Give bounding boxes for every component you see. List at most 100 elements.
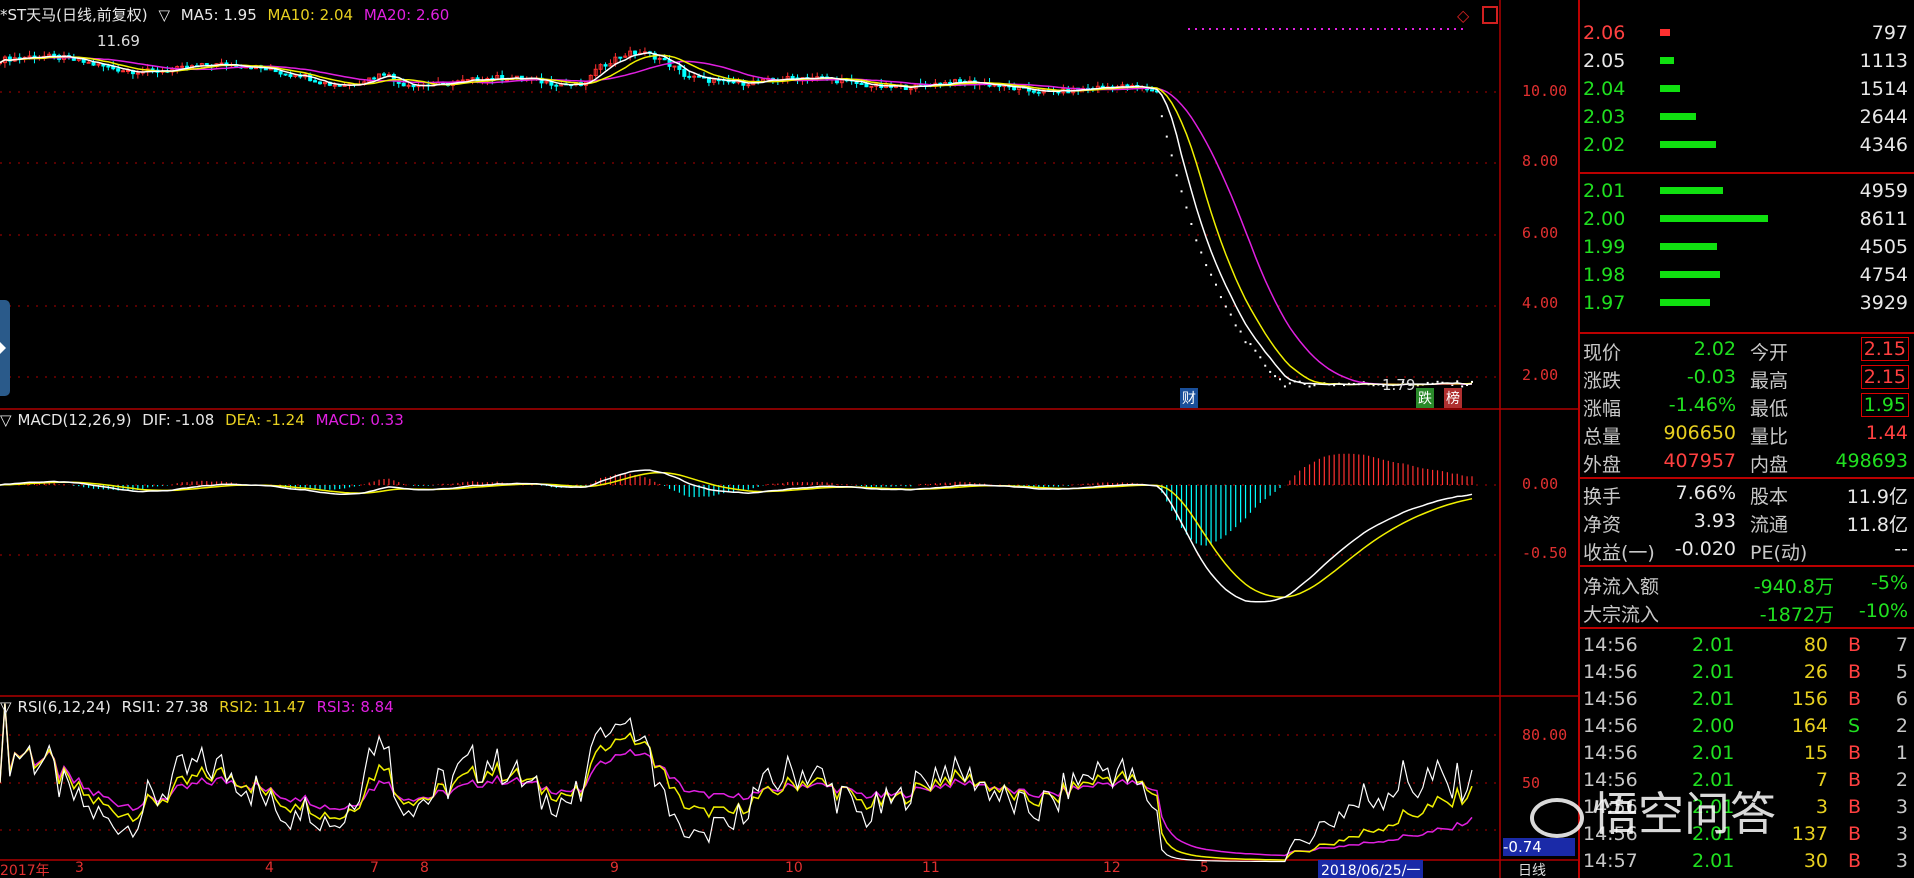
- signal-dot: [1412, 28, 1414, 30]
- tick-row[interactable]: 14:56 2.01 15 B 1: [1580, 740, 1914, 766]
- tick-row[interactable]: 14:56 2.01 156 B 6: [1580, 686, 1914, 712]
- quote-key: 总量: [1583, 426, 1622, 448]
- candle-body: [126, 69, 130, 72]
- bid-row[interactable]: 1.99 4505: [1580, 234, 1914, 262]
- chart-area[interactable]: *ST天马(日线,前复权) ▽ MA5: 1.95 MA10: 2.04 MA2…: [0, 0, 1578, 878]
- candle-body: [746, 84, 751, 87]
- candle-body: [52, 53, 57, 56]
- tick-count: 5: [1895, 661, 1908, 683]
- fundamental-value: 7.66%: [1675, 482, 1736, 504]
- tick-row[interactable]: 14:56 2.01 80 B 7: [1580, 632, 1914, 658]
- candle-body: [106, 65, 111, 68]
- x-axis-month: 10: [785, 860, 803, 876]
- signal-dot: [1342, 28, 1344, 30]
- signal-dot: [1202, 28, 1204, 30]
- ask-price: 2.02: [1583, 134, 1626, 156]
- candle-body: [864, 83, 869, 88]
- limit-down-dot: [1283, 385, 1286, 388]
- tick-count: 3: [1895, 796, 1908, 818]
- signal-dot: [1216, 28, 1218, 30]
- tick-row[interactable]: 14:56 2.01 26 B 5: [1580, 659, 1914, 685]
- tick-price: 2.01: [1692, 634, 1735, 656]
- bid-volume: 4505: [1859, 236, 1908, 258]
- diamond-icon[interactable]: ◇: [1457, 6, 1469, 25]
- tick-count: 2: [1895, 769, 1908, 791]
- bid-volume-bar: [1660, 271, 1720, 278]
- candle-body: [603, 64, 608, 67]
- limit-down-dot: [1160, 115, 1163, 118]
- limit-down-tag[interactable]: 跌: [1416, 388, 1434, 408]
- tick-side: B: [1848, 688, 1862, 710]
- limit-down-dot: [1254, 349, 1257, 352]
- x-axis-year: 2017年: [0, 863, 50, 878]
- ask-volume: 1113: [1859, 50, 1908, 72]
- bid-price: 1.99: [1583, 236, 1626, 258]
- macd-axis-label: -0.50: [1522, 544, 1568, 562]
- tick-side: B: [1848, 823, 1862, 845]
- tick-side: B: [1848, 661, 1862, 683]
- rank-tag[interactable]: 榜: [1444, 388, 1462, 408]
- ask-row[interactable]: 2.05 1113: [1580, 48, 1914, 76]
- bid-row[interactable]: 2.00 8611: [1580, 206, 1914, 234]
- quote-key: 最低: [1750, 398, 1789, 420]
- tick-count: 7: [1895, 634, 1908, 656]
- candle-body: [859, 82, 864, 85]
- candle-body: [180, 65, 185, 68]
- fundamental-value: 11.8亿: [1846, 514, 1908, 536]
- limit-down-dot: [1170, 154, 1173, 157]
- collapse-triangle-icon[interactable]: ▽: [0, 698, 12, 716]
- ask-row[interactable]: 2.02 4346: [1580, 132, 1914, 160]
- period-label[interactable]: 日线: [1518, 860, 1546, 878]
- signal-dot: [1433, 28, 1435, 30]
- ask-row[interactable]: 2.03 2644: [1580, 104, 1914, 132]
- fundamental-key: PE(动): [1750, 542, 1808, 564]
- signal-dot: [1461, 28, 1463, 30]
- quote-key: 今开: [1750, 342, 1789, 364]
- rsi1-value: RSI1: 27.38: [121, 698, 209, 716]
- candle-body: [411, 84, 416, 88]
- ask-volume-bar: [1660, 29, 1670, 36]
- fundamental-value: 11.9亿: [1846, 486, 1908, 508]
- watermark: 悟空问答: [1530, 778, 1776, 844]
- signal-dot: [1188, 28, 1190, 30]
- signal-dot: [1440, 28, 1442, 30]
- bid-volume-bar: [1660, 187, 1723, 194]
- bid-row[interactable]: 1.98 4754: [1580, 262, 1914, 290]
- ask-row[interactable]: 2.06 797: [1580, 20, 1914, 48]
- tick-volume: 26: [1803, 661, 1828, 683]
- expand-panel-handle[interactable]: [0, 300, 10, 396]
- x-axis-month: 8: [420, 860, 429, 876]
- collapse-triangle-icon[interactable]: ▽: [0, 411, 12, 429]
- bid-row[interactable]: 1.97 3929: [1580, 290, 1914, 318]
- dif-value: DIF: -1.08: [142, 411, 215, 429]
- finance-event-tag[interactable]: 财: [1180, 388, 1198, 408]
- main-chart-header: *ST天马(日线,前复权) ▽ MA5: 1.95 MA10: 2.04 MA2…: [0, 4, 455, 25]
- candle-body: [318, 81, 322, 85]
- signal-dot: [1223, 28, 1225, 30]
- bid-row[interactable]: 2.01 4959: [1580, 178, 1914, 206]
- rsi2-value: RSI2: 11.47: [219, 698, 306, 716]
- window-icon[interactable]: [1482, 6, 1498, 24]
- candle-body: [1031, 90, 1036, 93]
- tick-row[interactable]: 14:56 2.00 164 S 2: [1580, 713, 1914, 739]
- ask-volume: 2644: [1859, 106, 1908, 128]
- quote-value: 2.15: [1860, 365, 1910, 389]
- price-axis-label: 4.00: [1522, 294, 1559, 312]
- fund-flow-value: -940.8万: [1753, 576, 1834, 598]
- price-chart-canvas[interactable]: [0, 0, 1578, 878]
- tick-volume: 7: [1815, 769, 1828, 791]
- ask-row[interactable]: 2.04 1514: [1580, 76, 1914, 104]
- candle-body: [618, 56, 623, 59]
- candle-body: [460, 79, 465, 82]
- limit-down-dot: [1259, 356, 1262, 359]
- collapse-triangle-icon[interactable]: ▽: [158, 6, 170, 24]
- rsi-axis-label: 80.00: [1522, 726, 1568, 744]
- candle-body: [731, 81, 736, 84]
- candle-body: [958, 79, 962, 82]
- limit-down-dot: [1190, 222, 1193, 225]
- bid-price: 1.98: [1583, 264, 1626, 286]
- signal-dot: [1195, 28, 1197, 30]
- tick-volume: 164: [1791, 715, 1828, 737]
- tick-row[interactable]: 14:57 2.01 30 B 3: [1580, 848, 1914, 874]
- tick-time: 14:56: [1583, 661, 1638, 683]
